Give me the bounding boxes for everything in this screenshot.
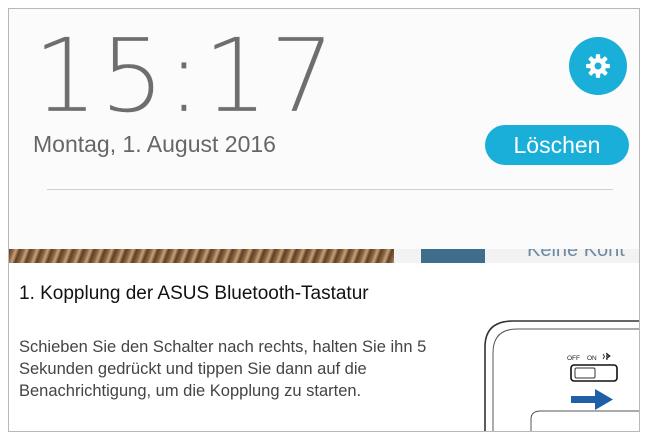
background-peek: Keine Kont bbox=[9, 249, 639, 263]
clock: 15:17 bbox=[33, 17, 337, 136]
background-wood-texture bbox=[9, 249, 394, 263]
notification-card[interactable]: 1. Kopplung der ASUS Bluetooth-Tastatur … bbox=[9, 263, 639, 431]
switch-label-off: OFF bbox=[567, 355, 580, 362]
notification-title: 1. Kopplung der ASUS Bluetooth-Tastatur bbox=[19, 283, 369, 304]
background-tile bbox=[421, 249, 485, 263]
arrow-right-icon bbox=[571, 389, 613, 410]
switch-label-on: ON bbox=[587, 355, 597, 362]
background-peek-text: Keine Kont bbox=[527, 249, 625, 261]
shade-header: 15:17 Montag, 1. August 2016 Löschen bbox=[9, 9, 639, 249]
notification-shade: 15:17 Montag, 1. August 2016 Löschen Kei… bbox=[8, 8, 640, 432]
divider bbox=[47, 189, 613, 190]
date-label: Montag, 1. August 2016 bbox=[33, 131, 276, 157]
notification-body: Schieben Sie den Schalter nach rechts, h… bbox=[19, 338, 427, 400]
keyboard-bottom-edge bbox=[530, 410, 639, 431]
bluetooth-icon bbox=[602, 352, 611, 360]
clear-button[interactable]: Löschen bbox=[485, 125, 629, 165]
gear-icon bbox=[586, 54, 610, 78]
keyboard-switch-image: OFF ON bbox=[484, 320, 639, 431]
settings-button[interactable] bbox=[569, 37, 627, 95]
power-switch-knob bbox=[574, 367, 596, 379]
